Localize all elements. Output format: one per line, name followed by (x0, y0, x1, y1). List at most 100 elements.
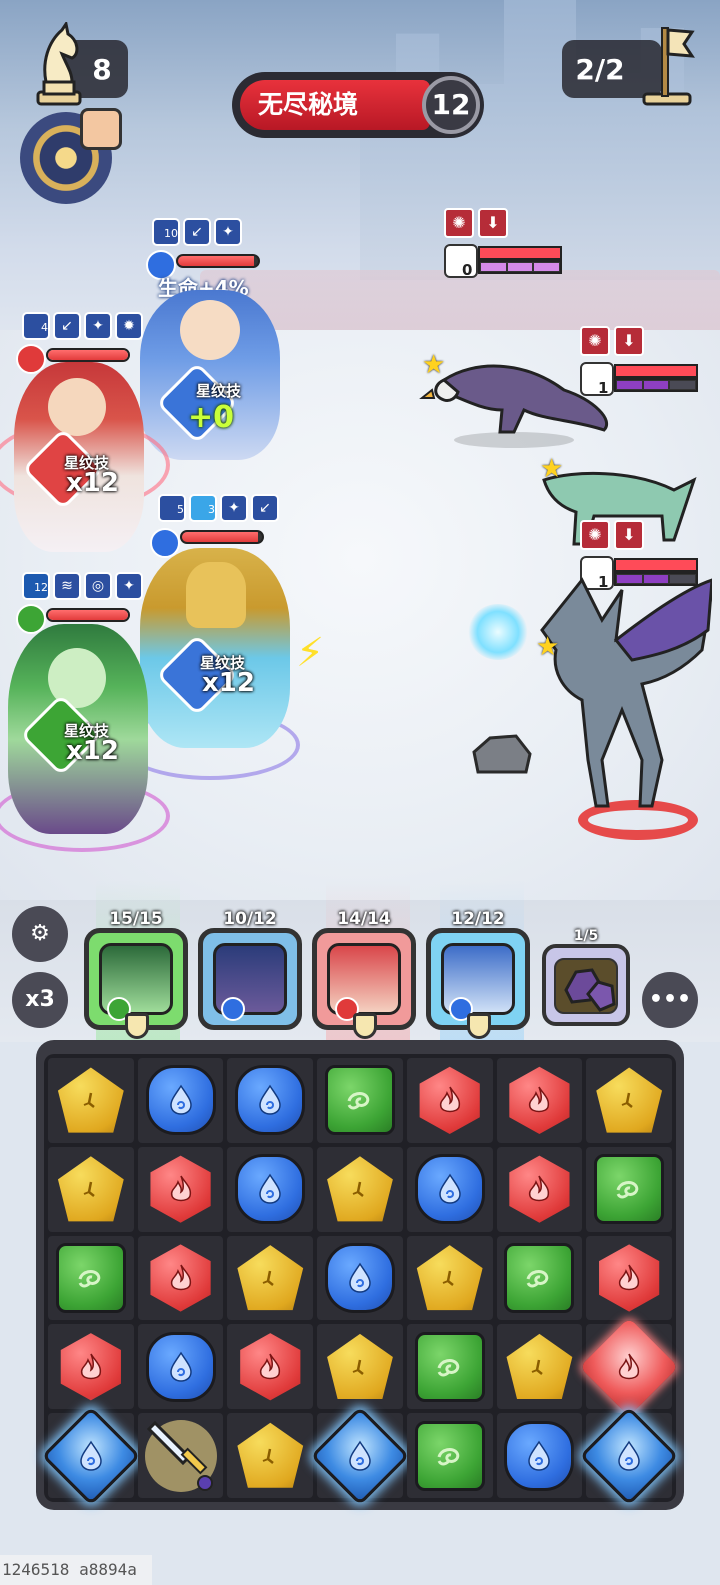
fire-gem[interactable] (419, 1066, 480, 1134)
board-cell[interactable] (406, 1058, 493, 1143)
board-cell[interactable] (406, 1235, 493, 1321)
board-cell[interactable] (137, 1146, 224, 1232)
board-cell[interactable] (227, 1235, 314, 1321)
team-slot-priestess[interactable]: 14/14 (312, 909, 416, 1039)
water-gem[interactable] (145, 1331, 216, 1402)
fire-gem[interactable] (240, 1333, 301, 1401)
sword-item-icon[interactable] (141, 1413, 221, 1499)
earth-gem[interactable] (237, 1245, 304, 1311)
settings-button[interactable]: ⚙ (12, 906, 68, 962)
wood-gem[interactable] (324, 1065, 395, 1136)
board-cell[interactable] (227, 1324, 314, 1410)
board-cell[interactable] (137, 1058, 224, 1143)
earth-gem[interactable] (57, 1156, 124, 1222)
board-cell[interactable] (48, 1058, 134, 1143)
board-cell[interactable] (137, 1324, 224, 1410)
fire-gem[interactable] (509, 1066, 570, 1134)
board-cell[interactable] (310, 1406, 410, 1506)
team-slot-dragon-knight[interactable]: 10/12 (198, 909, 302, 1030)
board-cell[interactable] (48, 1235, 134, 1321)
buff-stack: 3 (208, 503, 215, 516)
board-cell[interactable] (227, 1146, 314, 1232)
water-gem[interactable] (235, 1065, 306, 1136)
water-gem[interactable] (504, 1420, 575, 1491)
board-cell[interactable] (317, 1235, 403, 1321)
board-cell[interactable] (227, 1413, 314, 1498)
earth-gem[interactable] (327, 1333, 393, 1399)
board-cell[interactable] (586, 1146, 672, 1232)
board-cell[interactable] (48, 1324, 134, 1410)
board-cell[interactable] (496, 1146, 583, 1232)
wood-gem[interactable] (594, 1154, 665, 1225)
knight-count: 8 (92, 52, 112, 86)
board-cell[interactable] (586, 1058, 672, 1143)
swirl-buff-icon: ◎ (84, 572, 112, 600)
water-gem[interactable] (414, 1154, 485, 1225)
earth-gem[interactable] (416, 1245, 483, 1311)
board-cell[interactable] (406, 1324, 493, 1410)
speed-button[interactable]: x3 (12, 972, 68, 1028)
fire-gem[interactable] (579, 1317, 679, 1417)
earth-gem[interactable] (237, 1422, 304, 1488)
earth-gem[interactable] (57, 1067, 124, 1133)
shield-buff-icon: 4 (22, 312, 50, 340)
attack-buff-icon: ↙ (251, 494, 279, 522)
water-gem[interactable] (579, 1406, 679, 1506)
board-cell[interactable] (406, 1413, 493, 1498)
claw-icon (125, 1013, 149, 1039)
shield-buff-icon: 10 (152, 218, 180, 246)
fire-gem[interactable] (150, 1244, 211, 1312)
fire-gem[interactable] (509, 1155, 570, 1223)
board-cell[interactable] (496, 1324, 583, 1410)
board-cell[interactable] (579, 1317, 679, 1417)
team-slot-mage[interactable]: 12/12 (426, 909, 530, 1039)
fire-gem[interactable] (150, 1155, 211, 1223)
board-cell[interactable] (496, 1235, 583, 1321)
more-options-button[interactable]: ••• (642, 972, 698, 1028)
water-gem[interactable] (310, 1406, 410, 1506)
board-cell[interactable] (227, 1058, 314, 1143)
ore-icon (554, 958, 618, 1014)
spark-buff-icon: ✹ (115, 312, 143, 340)
dark-pegasus[interactable] (512, 560, 712, 820)
down-arrow-debuff-icon: ⬇ (478, 208, 508, 238)
fire-gem[interactable] (599, 1244, 660, 1312)
leader-portrait-mini[interactable] (80, 108, 122, 150)
board-cell[interactable] (317, 1146, 403, 1232)
gear-icon: ⚙ (30, 921, 50, 946)
board-cell[interactable] (317, 1324, 403, 1410)
attack-buff-icon: ↙ (183, 218, 211, 246)
board-cell[interactable] (137, 1413, 224, 1499)
board-cell[interactable] (137, 1235, 224, 1321)
board-cell[interactable] (579, 1406, 679, 1506)
board-cell[interactable] (496, 1413, 583, 1498)
earth-gem[interactable] (327, 1156, 393, 1222)
water-gem[interactable] (324, 1242, 395, 1313)
wood-gem[interactable] (414, 1420, 485, 1491)
spirit-buff-icon: ✦ (84, 312, 112, 340)
chess-knight-icon (36, 22, 82, 106)
stun-turns: 0 (462, 261, 473, 279)
wood-gem[interactable] (504, 1242, 575, 1313)
stun-counter-icon: 1 (580, 362, 614, 397)
stun-star-icon: ★ (536, 632, 560, 662)
board-cell[interactable] (406, 1146, 493, 1232)
fire-gem[interactable] (60, 1333, 121, 1401)
hero-buffs-dragon: 5 3 ✦ ↙ (158, 494, 279, 522)
earth-gem[interactable] (506, 1333, 573, 1399)
water-gem[interactable] (145, 1065, 216, 1136)
water-gem[interactable] (41, 1406, 141, 1506)
team-slot-serpent-queen[interactable]: 15/15 (84, 909, 188, 1039)
board-cell[interactable] (586, 1235, 672, 1321)
board-cell[interactable] (317, 1058, 403, 1143)
ore-item-slot[interactable] (542, 944, 630, 1026)
board-cell[interactable] (496, 1058, 583, 1143)
build-id: 1246518 a8894a (0, 1555, 152, 1585)
wood-gem[interactable] (55, 1242, 126, 1313)
earth-gem[interactable] (596, 1067, 663, 1133)
wood-gem[interactable] (414, 1331, 485, 1402)
board-cell[interactable] (41, 1406, 141, 1506)
golden-dragon-knight[interactable] (140, 548, 290, 748)
board-cell[interactable] (48, 1146, 134, 1232)
water-gem[interactable] (235, 1154, 306, 1225)
